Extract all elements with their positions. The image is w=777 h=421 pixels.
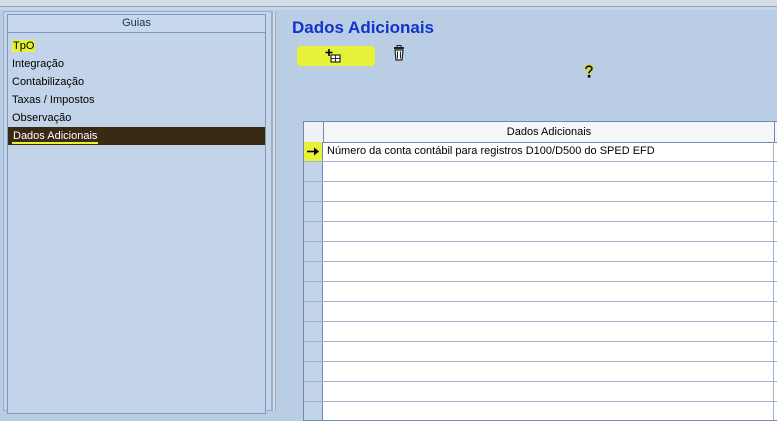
- row-indicator[interactable]: [304, 282, 323, 301]
- tabs-panel-header: Guias: [8, 15, 265, 33]
- row-indicator[interactable]: [304, 382, 323, 401]
- table-row[interactable]: [304, 322, 777, 342]
- grid-cell[interactable]: [324, 162, 774, 181]
- tab-item-label: Integração: [12, 58, 64, 70]
- current-row-arrow-icon: [307, 147, 319, 156]
- table-row[interactable]: [304, 402, 777, 420]
- table-row[interactable]: [304, 202, 777, 222]
- table-row[interactable]: [304, 382, 777, 402]
- tab-item-observacao[interactable]: Observação: [8, 109, 265, 127]
- panel-splitter[interactable]: [272, 11, 276, 411]
- row-indicator[interactable]: [304, 322, 323, 341]
- additional-data-grid: Dados Adicionais Número da conta contábi…: [303, 121, 777, 421]
- table-row[interactable]: [304, 182, 777, 202]
- grid-cell[interactable]: [324, 202, 774, 221]
- table-row[interactable]: [304, 242, 777, 262]
- tabs-list: TpO Integração Contabilização Taxas / Im…: [8, 33, 265, 145]
- row-indicator[interactable]: [304, 362, 323, 381]
- grid-cell[interactable]: [324, 362, 774, 381]
- grid-cell[interactable]: Número da conta contábil para registros …: [324, 142, 774, 161]
- grid-cell[interactable]: [324, 282, 774, 301]
- grid-cell[interactable]: [324, 242, 774, 261]
- table-row[interactable]: [304, 282, 777, 302]
- row-indicator[interactable]: [304, 182, 323, 201]
- window-top-strip-inner: [0, 7, 777, 10]
- help-question-icon: [584, 64, 594, 78]
- row-indicator[interactable]: [304, 262, 323, 281]
- table-row[interactable]: [304, 162, 777, 182]
- tab-item-integracao[interactable]: Integração: [8, 55, 265, 73]
- table-row[interactable]: Número da conta contábil para registros …: [304, 142, 777, 162]
- tab-item-label: Contabilização: [12, 76, 85, 88]
- table-row[interactable]: [304, 342, 777, 362]
- grid-cell[interactable]: [324, 342, 774, 361]
- row-indicator[interactable]: [304, 242, 323, 261]
- row-indicator[interactable]: [304, 202, 323, 221]
- grid-cell[interactable]: [324, 402, 774, 420]
- tabs-panel: Guias TpO Integração Contabilização Taxa…: [7, 14, 266, 414]
- grid-cell[interactable]: [324, 382, 774, 401]
- content-area: Dados Adicionais Dados Adicionais Número…: [278, 11, 777, 421]
- table-row[interactable]: [304, 262, 777, 282]
- grid-header: Dados Adicionais: [304, 122, 777, 143]
- grid-cell[interactable]: [324, 182, 774, 201]
- grid-cell[interactable]: [324, 222, 774, 241]
- window-top-strip: [0, 0, 777, 7]
- tab-item-label: Dados Adicionais: [12, 130, 99, 144]
- tab-item-label: TpO: [12, 40, 36, 52]
- tab-item-label: Observação: [12, 112, 72, 124]
- grid-cell[interactable]: [324, 262, 774, 281]
- table-row[interactable]: [304, 302, 777, 322]
- column-header-dados-adicionais[interactable]: Dados Adicionais: [324, 122, 775, 142]
- add-row-icon: [325, 49, 341, 63]
- grid-cell[interactable]: [324, 322, 774, 341]
- table-row[interactable]: [304, 362, 777, 382]
- table-row[interactable]: [304, 222, 777, 242]
- tab-item-dados-adicionais[interactable]: Dados Adicionais: [8, 127, 265, 145]
- row-indicator[interactable]: [304, 402, 323, 420]
- row-indicator[interactable]: [304, 302, 323, 321]
- page-title: Dados Adicionais: [292, 18, 435, 37]
- grid-corner: [304, 122, 324, 142]
- tab-item-taxas-impostos[interactable]: Taxas / Impostos: [8, 91, 265, 109]
- row-indicator[interactable]: [304, 142, 323, 161]
- row-indicator[interactable]: [304, 342, 323, 361]
- row-indicator[interactable]: [304, 222, 323, 241]
- row-indicator[interactable]: [304, 162, 323, 181]
- delete-row-button[interactable]: [391, 45, 409, 63]
- tab-item-contabilizacao[interactable]: Contabilização: [8, 73, 265, 91]
- trash-icon: [394, 45, 404, 61]
- grid-cell[interactable]: [324, 302, 774, 321]
- tab-item-label: Taxas / Impostos: [12, 94, 95, 106]
- tab-item-tpo[interactable]: TpO: [8, 37, 265, 55]
- add-row-button[interactable]: [297, 46, 375, 66]
- help-button[interactable]: [581, 63, 597, 79]
